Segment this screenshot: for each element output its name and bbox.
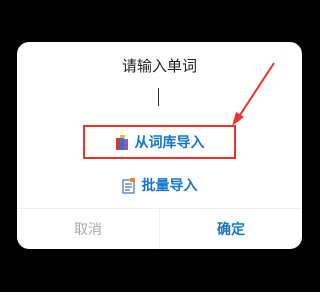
book-stack-icon <box>115 135 129 151</box>
import-word-dialog: 请输入单词 从词库导入 批量导入 取消 确定 <box>17 42 302 249</box>
import-from-library-label: 从词库导入 <box>134 135 205 151</box>
dialog-title: 请输入单词 <box>121 57 197 75</box>
screen: 请输入单词 从词库导入 批量导入 取消 确定 <box>0 0 320 292</box>
import-from-library-button[interactable]: 从词库导入 <box>17 124 302 162</box>
confirm-button[interactable]: 确定 <box>160 209 302 249</box>
batch-import-label: 批量导入 <box>141 178 198 194</box>
text-cursor <box>158 88 159 106</box>
batch-import-button[interactable]: 批量导入 <box>17 167 302 205</box>
cancel-button[interactable]: 取消 <box>17 209 159 249</box>
document-list-icon <box>121 178 136 194</box>
word-input[interactable] <box>37 82 282 112</box>
dialog-footer: 取消 确定 <box>17 209 302 249</box>
